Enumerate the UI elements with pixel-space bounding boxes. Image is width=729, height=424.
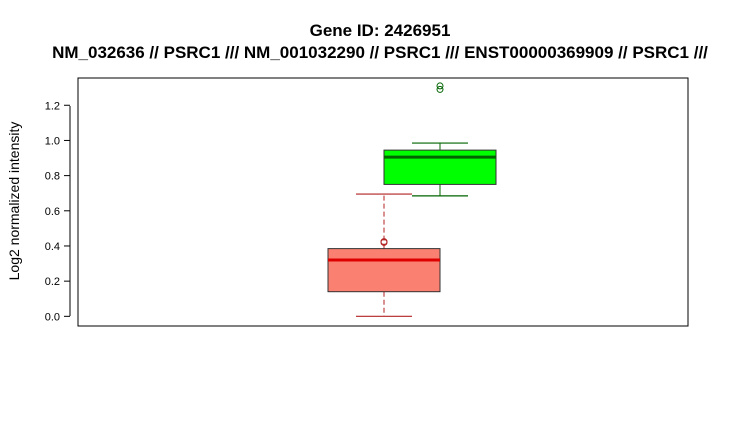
y-tick-label: 0.6 — [45, 206, 60, 218]
iqr-box — [383, 149, 497, 185]
iqr-box — [327, 248, 441, 293]
boxplot-chart: Gene ID: 2426951 NM_032636 // PSRC1 /// … — [6, 21, 708, 327]
boxes — [327, 82, 497, 317]
y-tick-label: 1.2 — [45, 100, 60, 112]
chart-subtitle: NM_032636 // PSRC1 /// NM_001032290 // P… — [52, 43, 708, 62]
y-tick-label: 0.8 — [45, 171, 60, 183]
box-group-1 — [327, 193, 441, 317]
chart-title: Gene ID: 2426951 — [310, 21, 451, 40]
y-tick-label: 1.0 — [45, 135, 60, 147]
y-axis-label: Log2 normalized intensity — [6, 122, 22, 281]
y-tick-label: 0.2 — [45, 276, 60, 288]
box-group-2 — [383, 82, 497, 197]
y-tick-label: 0.4 — [45, 241, 60, 253]
y-tick-label: 0.0 — [45, 311, 60, 323]
outlier-point — [436, 82, 444, 90]
y-ticks: 0.0 0.2 0.4 0.6 0.8 1.0 1.2 — [45, 100, 70, 323]
